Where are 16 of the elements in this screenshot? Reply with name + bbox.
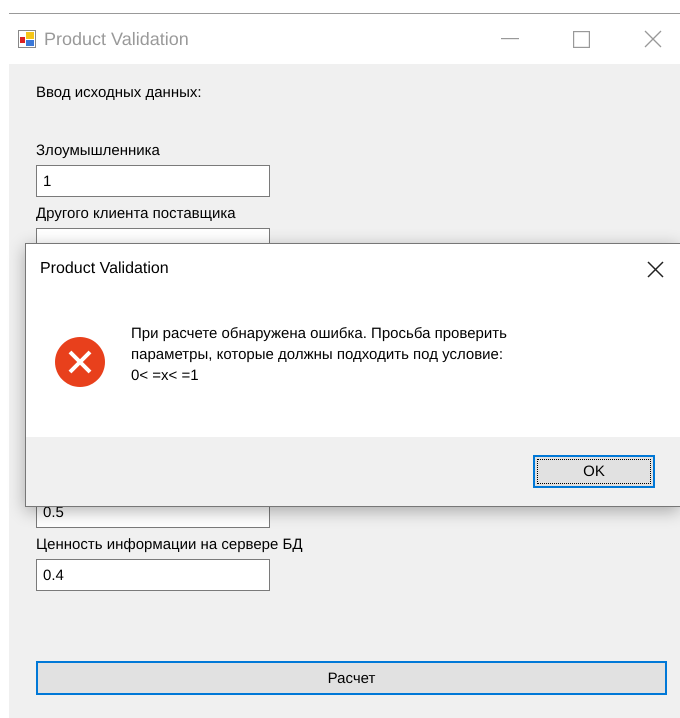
calculate-button[interactable]: Расчет xyxy=(36,661,667,695)
dialog-title: Product Validation xyxy=(40,260,169,278)
error-message: При расчете обнаружена ошибка. Просьба проверить параметры, которые должны подходить под условие: 0< =x< =1 xyxy=(131,324,507,386)
field-label: Другого клиента поставщика xyxy=(36,204,237,224)
input-field[interactable]: 1 xyxy=(36,165,270,197)
window-title: Product Validation xyxy=(44,28,190,50)
minimize-icon[interactable] xyxy=(501,38,519,40)
ok-button[interactable]: OK xyxy=(533,455,655,488)
field-label: Злоумышленника xyxy=(36,141,161,161)
close-icon[interactable] xyxy=(647,260,664,278)
field-label: Ценность информации на сервере БД xyxy=(36,535,303,555)
error-icon xyxy=(55,336,105,386)
maximize-icon[interactable] xyxy=(573,30,590,48)
app-icon xyxy=(18,30,36,48)
input-field[interactable]: 0.4 xyxy=(36,559,270,591)
section-heading: Ввод исходных данных: xyxy=(36,83,202,103)
